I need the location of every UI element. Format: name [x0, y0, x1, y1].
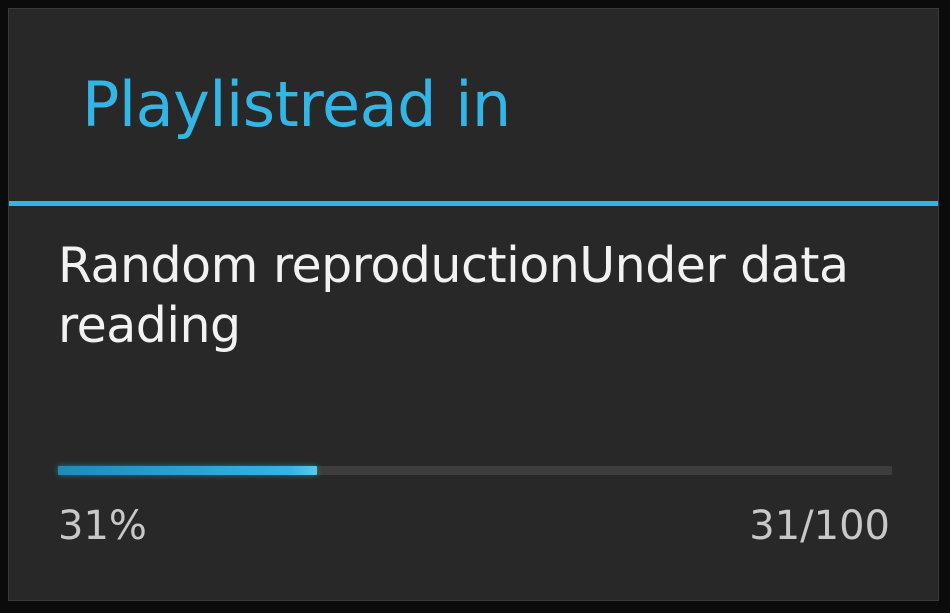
progress-percent: 31% [58, 503, 147, 549]
dialog-title-area: Playlistread in [9, 9, 938, 201]
progress-count: 31/100 [749, 503, 890, 549]
progress-bar [58, 466, 892, 475]
dialog-title: Playlistread in [82, 68, 511, 141]
progress-bar-fill [58, 466, 317, 475]
dialog-message: Random reproductionUnder data reading [58, 237, 849, 354]
title-divider [9, 201, 938, 206]
progress-dialog: Playlistread in Random reproductionUnder… [8, 8, 939, 601]
